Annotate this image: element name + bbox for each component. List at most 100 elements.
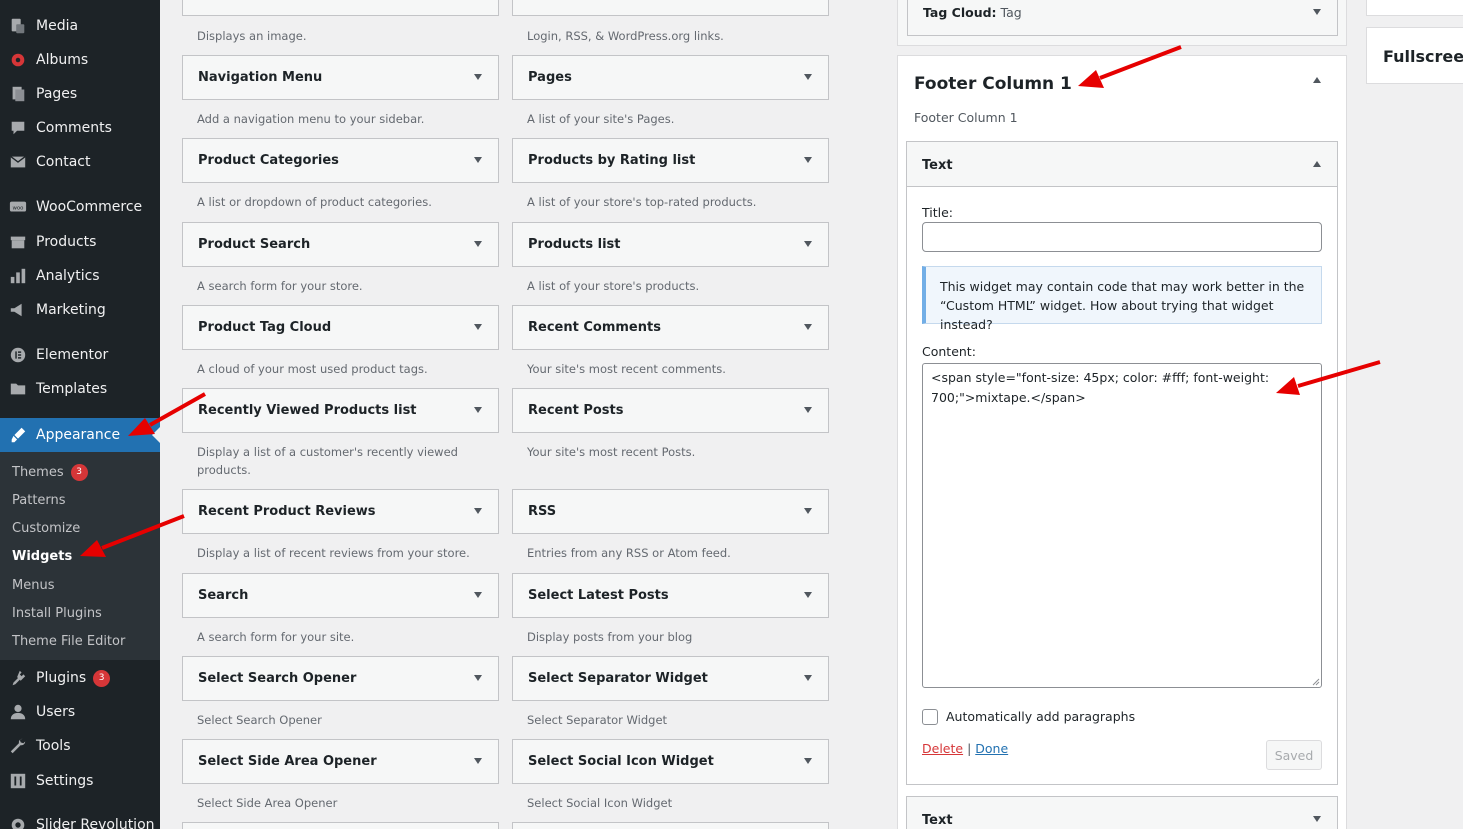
widget-item[interactable]	[182, 822, 499, 829]
widget-item[interactable]: Select Social Icon Widget	[512, 739, 829, 784]
menu-label: Pages	[36, 86, 78, 102]
widget-title: Product Tag Cloud	[198, 320, 332, 335]
widget-title: Recent Product Reviews	[198, 504, 376, 519]
submenu-label: Patterns	[12, 492, 66, 508]
widget-description: A list of your store's top-rated product…	[527, 195, 757, 209]
widget-item[interactable]: Products list	[512, 222, 829, 267]
menu-item-marketing[interactable]: Marketing	[0, 293, 160, 327]
submenu-item-theme-file-editor[interactable]: Theme File Editor	[12, 627, 125, 655]
menu-label: Users	[36, 704, 76, 720]
menu-item-pages[interactable]: Pages	[0, 77, 160, 111]
auto-paragraphs-checkbox[interactable]	[922, 709, 938, 725]
widget-title: Pages	[528, 70, 572, 85]
menu-item-users[interactable]: Users	[0, 695, 160, 729]
submenu-item-themes[interactable]: Themes 3	[12, 458, 88, 486]
chevron-down-icon	[804, 508, 812, 514]
menu-label: Albums	[36, 52, 89, 68]
menu-item-settings[interactable]: Settings	[0, 764, 160, 798]
tools-icon	[0, 737, 36, 755]
widget-item[interactable]: Recently Viewed Products list	[182, 388, 499, 433]
widget-title: Select Separator Widget	[528, 671, 708, 686]
chevron-down-icon	[474, 324, 482, 330]
menu-item-contact[interactable]: Contact	[0, 145, 160, 179]
widget-description: Your site's most recent comments.	[527, 362, 726, 376]
widget-item[interactable]: Recent Product Reviews	[182, 489, 499, 534]
separator: |	[967, 741, 972, 756]
widget-description: Select Search Opener	[197, 713, 322, 727]
widget-item[interactable]: Select Latest Posts	[512, 573, 829, 618]
widget-item[interactable]: Select Search Opener	[182, 656, 499, 701]
current-menu-arrow	[152, 427, 160, 443]
widget-item[interactable]: Recent Comments	[512, 305, 829, 350]
delete-link[interactable]: Delete	[922, 741, 963, 756]
menu-label: Settings	[36, 773, 94, 789]
sidebar-area-title[interactable]: Footer Column 1	[914, 74, 1072, 94]
widget-control-actions: Delete | Done	[922, 741, 1008, 756]
far-right-panel-top	[1366, 0, 1463, 16]
widget-item[interactable]: Select Separator Widget	[512, 656, 829, 701]
menu-label: Plugins	[36, 670, 87, 686]
done-link[interactable]: Done	[975, 741, 1008, 756]
submenu-item-menus[interactable]: Menus	[12, 571, 54, 599]
woocommerce-icon: woo	[0, 198, 36, 216]
submenu-item-install-plugins[interactable]: Install Plugins	[12, 599, 102, 627]
analytics-icon	[0, 267, 36, 285]
widget-description: Your site's most recent Posts.	[527, 445, 696, 459]
menu-label: Templates	[36, 381, 108, 397]
widget-item[interactable]	[182, 0, 499, 16]
widget-item[interactable]: Product Search	[182, 222, 499, 267]
widget-description: Display a list of a customer's recently …	[197, 445, 458, 477]
menu-item-albums[interactable]: Albums	[0, 43, 160, 77]
widget-item[interactable]	[512, 822, 829, 829]
widget-title: Search	[198, 588, 249, 603]
widget-item[interactable]: Product Tag Cloud	[182, 305, 499, 350]
widget-item[interactable]: Products by Rating list	[512, 138, 829, 183]
resize-handle-icon[interactable]	[1312, 678, 1320, 686]
widget-tag-cloud[interactable]: Tag Cloud: Tag	[907, 0, 1338, 36]
chevron-down-icon	[804, 241, 812, 247]
widget-item[interactable]: Select Side Area Opener	[182, 739, 499, 784]
widget-item[interactable]: RSS	[512, 489, 829, 534]
submenu-item-patterns[interactable]: Patterns	[12, 486, 66, 514]
menu-item-woocommerce[interactable]: woo WooCommerce	[0, 190, 160, 224]
sidebar-area-previous: Tag Cloud: Tag	[897, 0, 1347, 46]
chevron-down-icon	[474, 508, 482, 514]
title-input[interactable]	[922, 222, 1322, 252]
plugins-icon	[0, 669, 36, 687]
menu-item-elementor[interactable]: Elementor	[0, 338, 160, 372]
widget-header[interactable]: Text	[907, 142, 1337, 187]
widget-item[interactable]: Recent Posts	[512, 388, 829, 433]
saved-button[interactable]: Saved	[1266, 740, 1322, 770]
menu-item-slider-revolution[interactable]: Slider Revolution	[0, 808, 160, 829]
pages-icon	[0, 85, 36, 103]
widget-item[interactable]: Product Categories	[182, 138, 499, 183]
widget-item[interactable]: Search	[182, 573, 499, 618]
menu-item-plugins[interactable]: Plugins 3	[0, 661, 160, 695]
submenu-item-widgets[interactable]: Widgets	[12, 542, 72, 570]
content-textarea[interactable]: <span style="font-size: 45px; color: #ff…	[922, 363, 1322, 688]
menu-item-products[interactable]: Products	[0, 225, 160, 259]
chevron-down-icon	[1313, 816, 1321, 822]
menu-label: Elementor	[36, 347, 109, 363]
submenu-label: Install Plugins	[12, 605, 102, 621]
submenu-item-customize[interactable]: Customize	[12, 514, 80, 542]
chevron-up-icon[interactable]	[1313, 77, 1321, 83]
menu-item-tools[interactable]: Tools	[0, 729, 160, 763]
submenu-label: Customize	[12, 520, 81, 536]
menu-item-analytics[interactable]: Analytics	[0, 259, 160, 293]
widget-item[interactable]	[512, 0, 829, 16]
products-icon	[0, 233, 36, 251]
menu-item-media[interactable]: Media	[0, 9, 160, 43]
widget-description: Select Social Icon Widget	[527, 796, 673, 810]
menu-item-comments[interactable]: Comments	[0, 111, 160, 145]
fullscreen-panel[interactable]: Fullscreen	[1366, 27, 1463, 84]
menu-item-templates[interactable]: Templates	[0, 372, 160, 406]
widget-item-text[interactable]: Text	[906, 796, 1338, 829]
widget-description: Entries from any RSS or Atom feed.	[527, 546, 731, 560]
menu-item-appearance[interactable]: Appearance	[0, 418, 160, 452]
widget-item[interactable]: Navigation Menu	[182, 55, 499, 100]
widget-item[interactable]: Pages	[512, 55, 829, 100]
menu-label: Media	[36, 18, 79, 34]
chevron-down-icon	[474, 241, 482, 247]
menu-label: Appearance	[36, 427, 121, 443]
